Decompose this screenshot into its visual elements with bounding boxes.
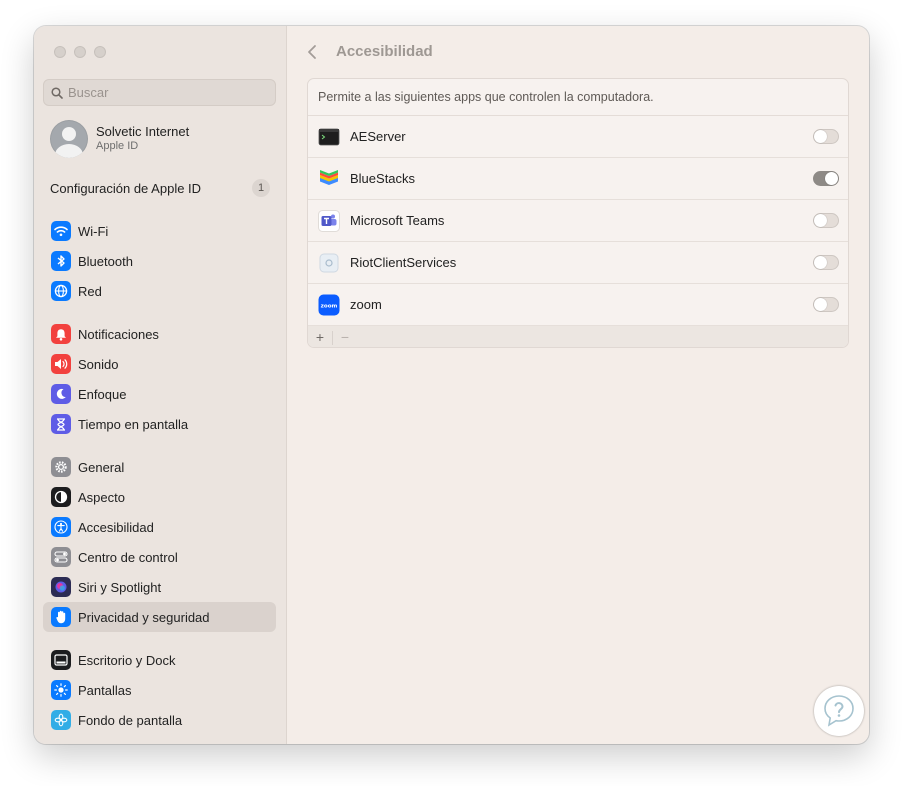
apple-id-settings-row[interactable]: Configuración de Apple ID 1 [50, 179, 270, 197]
speaker-icon [51, 354, 71, 374]
notification-badge: 1 [252, 179, 270, 197]
svg-text:zoom: zoom [321, 303, 338, 309]
sidebar-item-general[interactable]: General [43, 452, 276, 482]
wifi-icon [51, 221, 71, 241]
app-row-riotclientservices[interactable]: RiotClientServices [308, 242, 848, 284]
sidebar-item-label: Aspecto [78, 489, 125, 505]
sidebar-item-desktop-dock[interactable]: Escritorio y Dock [43, 645, 276, 675]
sidebar: Solvetic Internet Apple ID Configuración… [34, 26, 287, 744]
accessibility-icon [51, 517, 71, 537]
sidebar-item-label: Siri y Spotlight [78, 579, 162, 595]
close-window-button[interactable] [54, 46, 66, 58]
app-toggle[interactable] [813, 255, 839, 270]
dock-icon [51, 650, 71, 670]
gear-icon [51, 457, 71, 477]
hourglass-icon [51, 414, 71, 434]
sidebar-item-label: Escritorio y Dock [78, 652, 176, 668]
globe-icon [51, 281, 71, 301]
sidebar-item-appearance[interactable]: Aspecto [43, 482, 276, 512]
profile-name: Solvetic Internet [96, 124, 190, 139]
sidebar-item-label: Sonido [78, 356, 119, 372]
sidebar-item-wifi[interactable]: Wi-Fi [43, 216, 276, 246]
watermark-logo [814, 686, 864, 736]
sidebar-item-sound[interactable]: Sonido [43, 349, 276, 379]
app-toggle[interactable] [813, 171, 839, 186]
sidebar-item-privacy-security[interactable]: Privacidad y seguridad [43, 602, 276, 632]
zoom-window-button[interactable] [94, 46, 106, 58]
app-row-bluestacks[interactable]: BlueStacks [308, 158, 848, 200]
appearance-icon [51, 487, 71, 507]
sidebar-item-label: Fondo de pantalla [78, 712, 183, 728]
app-name: RiotClientServices [350, 255, 457, 270]
sidebar-item-bluetooth[interactable]: Bluetooth [43, 246, 276, 276]
flower-icon [51, 710, 71, 730]
sun-icon [51, 680, 71, 700]
sidebar-item-label: Notificaciones [78, 326, 159, 342]
app-name: AEServer [350, 129, 406, 144]
sidebar-item-notifications[interactable]: Notificaciones [43, 319, 276, 349]
switches-icon [51, 547, 71, 567]
search-icon [51, 86, 63, 99]
teams-icon [318, 209, 340, 232]
sidebar-item-network[interactable]: Red [43, 276, 276, 306]
minimize-window-button[interactable] [74, 46, 86, 58]
remove-app-button[interactable]: − [333, 326, 357, 347]
app-row-zoom[interactable]: zoom zoom [308, 284, 848, 326]
app-toggle[interactable] [813, 129, 839, 144]
terminal-icon [318, 128, 340, 145]
hand-icon [51, 607, 71, 627]
app-name: zoom [350, 297, 382, 312]
sidebar-item-label: Accesibilidad [78, 519, 154, 535]
apple-id-settings-label: Configuración de Apple ID [50, 180, 202, 196]
app-row-microsoft-teams[interactable]: Microsoft Teams [308, 200, 848, 242]
avatar [50, 120, 88, 158]
sidebar-item-screen-time[interactable]: Tiempo en pantalla [43, 409, 276, 439]
sidebar-item-displays[interactable]: Pantallas [43, 675, 276, 705]
sidebar-item-focus[interactable]: Enfoque [43, 379, 276, 409]
sidebar-item-label: Enfoque [78, 386, 127, 402]
search-input[interactable] [68, 85, 268, 100]
back-chevron-icon[interactable] [305, 43, 321, 61]
app-name: BlueStacks [350, 171, 416, 186]
app-row-aeserver[interactable]: AEServer [308, 116, 848, 158]
moon-icon [51, 384, 71, 404]
question-bubble-icon [824, 695, 854, 727]
profile-subtitle: Apple ID [96, 140, 139, 152]
sidebar-item-label: Tiempo en pantalla [78, 416, 189, 432]
bell-icon [51, 324, 71, 344]
zoom-icon: zoom [318, 294, 340, 315]
page-title: Accesibilidad [336, 43, 433, 60]
sidebar-item-label: Pantallas [78, 682, 132, 698]
sidebar-item-siri-spotlight[interactable]: Siri y Spotlight [43, 572, 276, 602]
sidebar-item-label: Red [78, 283, 102, 299]
sidebar-item-label: Centro de control [78, 549, 178, 565]
add-app-button[interactable]: + [308, 326, 332, 347]
bluetooth-icon [51, 251, 71, 271]
content-pane: Accesibilidad Permite a las siguientes a… [287, 26, 869, 744]
app-toggle[interactable] [813, 297, 839, 312]
settings-window: Solvetic Internet Apple ID Configuración… [34, 26, 869, 744]
sidebar-item-label: General [78, 459, 125, 475]
search-field[interactable] [43, 79, 276, 106]
window-controls [54, 46, 106, 58]
sidebar-item-label: Bluetooth [78, 253, 133, 269]
apps-list-card: Permite a las siguientes apps que contro… [307, 78, 849, 348]
apple-id-profile[interactable]: Solvetic Internet Apple ID [50, 120, 189, 158]
apps-list-description: Permite a las siguientes apps que contro… [308, 79, 848, 116]
generic-app-icon [319, 253, 339, 272]
sidebar-item-wallpaper[interactable]: Fondo de pantalla [43, 705, 276, 735]
app-name: Microsoft Teams [350, 213, 445, 228]
siri-icon [51, 577, 71, 597]
sidebar-item-control-center[interactable]: Centro de control [43, 542, 276, 572]
bluestacks-icon [320, 169, 338, 185]
sidebar-item-accessibility[interactable]: Accesibilidad [43, 512, 276, 542]
sidebar-item-label: Wi-Fi [78, 223, 109, 239]
app-toggle[interactable] [813, 213, 839, 228]
list-footer-controls: + − [308, 326, 848, 347]
sidebar-item-label: Privacidad y seguridad [78, 609, 210, 625]
